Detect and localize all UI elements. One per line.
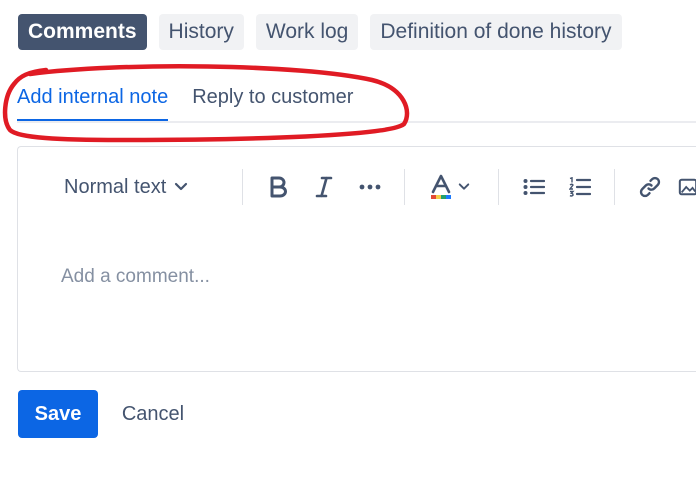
- text-style-label: Normal text: [64, 175, 167, 198]
- toolbar-separator: [498, 169, 499, 205]
- more-formatting-button[interactable]: [354, 171, 386, 203]
- editor-toolbar: Normal text: [18, 147, 696, 227]
- bullet-list-button[interactable]: [518, 171, 550, 203]
- comment-type-tabs: Add internal note Reply to customer: [17, 86, 353, 122]
- numbered-list-icon: [569, 177, 591, 197]
- image-icon: [678, 178, 696, 196]
- cancel-button[interactable]: Cancel: [108, 390, 198, 438]
- bullet-list-icon: [523, 179, 545, 195]
- toolbar-separator: [404, 169, 405, 205]
- comment-input[interactable]: Add a comment...: [61, 266, 661, 288]
- tab-comments[interactable]: Comments: [18, 14, 147, 50]
- link-icon: [639, 176, 661, 198]
- tabs-divider: [17, 121, 696, 123]
- image-button[interactable]: [678, 171, 696, 203]
- tab-add-internal-note[interactable]: Add internal note: [17, 86, 169, 122]
- more-icon: [359, 184, 381, 190]
- tab-reply-to-customer[interactable]: Reply to customer: [192, 86, 353, 122]
- text-color-button[interactable]: [424, 171, 476, 203]
- chevron-down-icon: [458, 183, 470, 190]
- link-button[interactable]: [634, 171, 666, 203]
- bold-icon: [270, 176, 287, 198]
- text-style-dropdown[interactable]: Normal text: [64, 173, 188, 201]
- numbered-list-button[interactable]: [564, 171, 596, 203]
- chevron-down-icon: [175, 182, 188, 191]
- text-color-icon: [431, 174, 451, 199]
- tab-history[interactable]: History: [158, 14, 244, 50]
- toolbar-separator: [614, 169, 615, 205]
- toolbar-separator: [242, 169, 243, 205]
- tab-work-log[interactable]: Work log: [255, 14, 359, 50]
- bold-button[interactable]: [262, 171, 294, 203]
- italic-button[interactable]: [308, 171, 340, 203]
- italic-icon: [315, 176, 333, 198]
- comment-editor: Normal text Add a comment...: [17, 146, 696, 372]
- tab-definition-of-done-history[interactable]: Definition of done history: [370, 14, 622, 50]
- activity-tabs: Comments History Work log Definition of …: [18, 14, 622, 50]
- save-button[interactable]: Save: [18, 390, 98, 438]
